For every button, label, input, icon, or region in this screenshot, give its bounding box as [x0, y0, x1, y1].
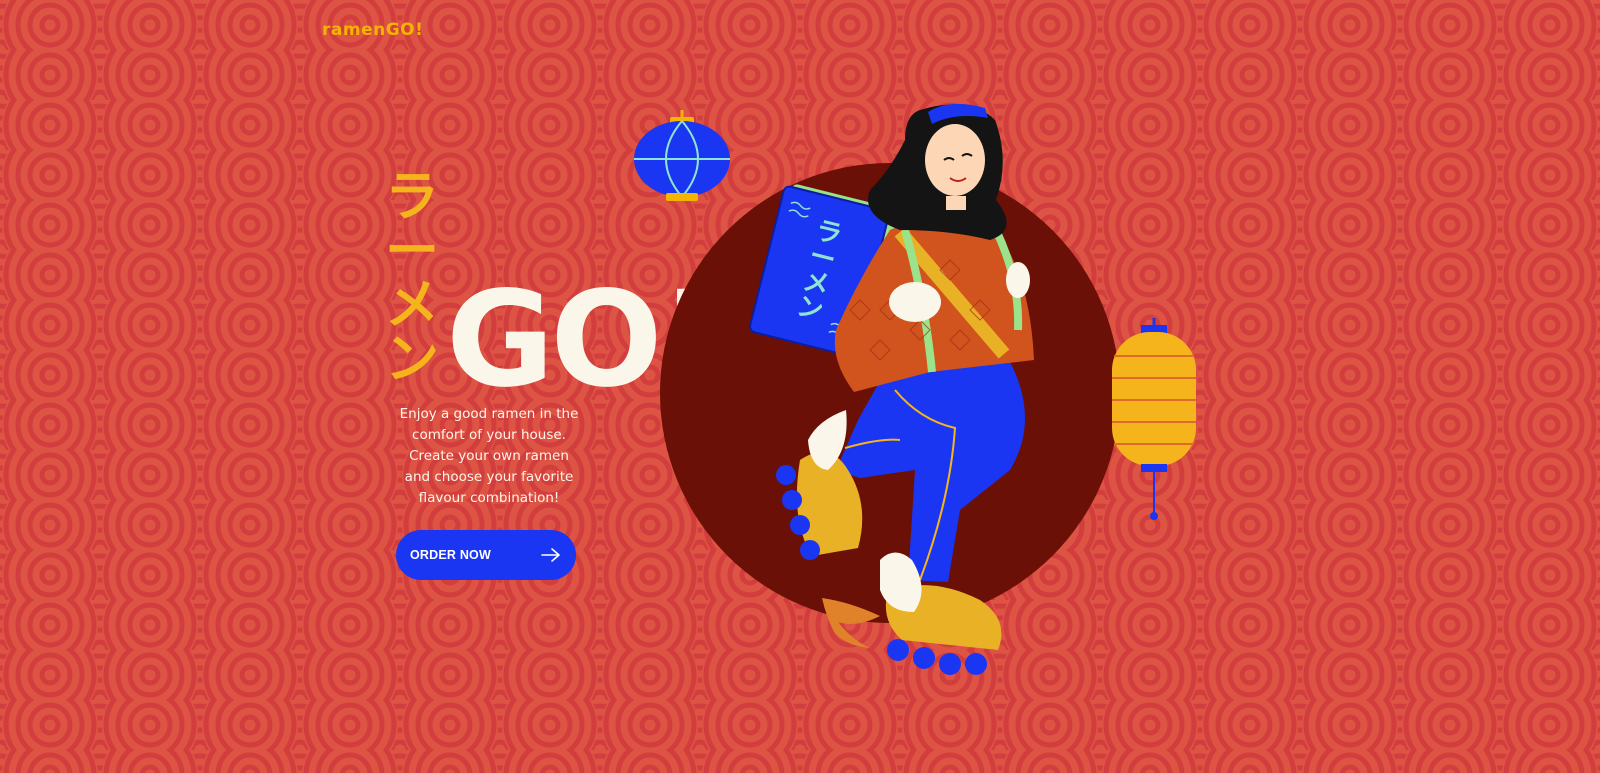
ramen-katakana-heading: ラ ー メ ン [384, 170, 440, 386]
tagline-line: Create your own ramen [409, 448, 569, 464]
tagline-line: Enjoy a good ramen in the [399, 406, 579, 422]
order-now-label: ORDER NOW [410, 548, 491, 562]
arrow-right-icon [541, 548, 560, 562]
blue-lantern-icon [634, 110, 730, 201]
tagline-line: and choose your favorite [404, 469, 574, 485]
katakana-char: ン [385, 327, 439, 390]
character-head [868, 103, 1007, 240]
order-now-button[interactable]: ORDER NOW [396, 530, 576, 580]
katakana-char: メ [385, 273, 439, 336]
hero-tagline: Enjoy a good ramen in the comfort of you… [384, 404, 594, 509]
katakana-char: ー [385, 219, 439, 282]
katakana-char: ラ [385, 165, 439, 228]
tagline-line: flavour combination! [418, 490, 560, 506]
yellow-lantern-icon [1112, 318, 1196, 520]
brand-logo[interactable]: ramenGO! [322, 20, 423, 40]
tagline-line: comfort of your house. [412, 427, 566, 443]
ramen-delivery-illustration: ラ ー メ ン [634, 103, 1196, 675]
